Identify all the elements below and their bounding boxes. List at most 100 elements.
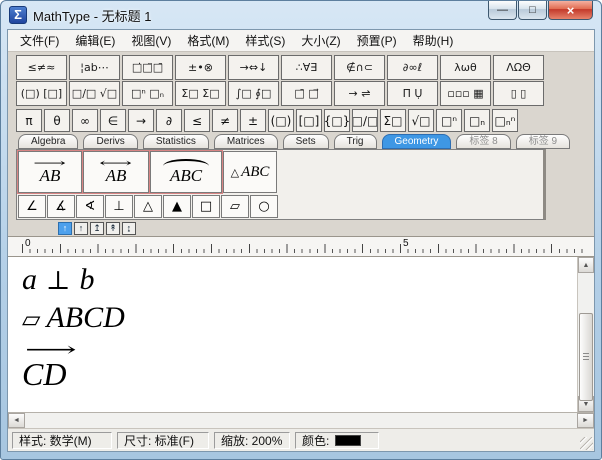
resize-grip-icon[interactable] <box>580 437 593 450</box>
template-palette-button[interactable]: (□) [□] <box>16 81 67 106</box>
template-palette-button[interactable]: □∕□ √□ <box>69 81 120 106</box>
small-bar-button[interactable]: ↨ <box>122 222 136 235</box>
scroll-left-icon[interactable]: ◄ <box>8 413 25 428</box>
scroll-up-icon[interactable]: ▲ <box>578 257 594 273</box>
quick-symbol-button[interactable]: Σ□ <box>380 109 406 132</box>
symbol-palette-button[interactable]: ¦ab⋯ <box>69 55 120 80</box>
palette-tab[interactable]: 标签 8 <box>456 134 511 149</box>
menu-item[interactable]: 样式(S) <box>237 29 293 52</box>
template-palette-button[interactable]: ▫▫▫ ▦ <box>440 81 491 106</box>
menu-item[interactable]: 大小(Z) <box>293 29 348 52</box>
quick-symbol-button[interactable]: {□} <box>324 109 350 132</box>
geometry-symbol-button[interactable]: □ <box>192 195 220 218</box>
quick-symbol-button[interactable]: □ₙ <box>464 109 490 132</box>
quick-symbol-button[interactable]: √□ <box>408 109 434 132</box>
menu-item[interactable]: 编辑(E) <box>67 29 123 52</box>
palette-tab[interactable]: Statistics <box>142 134 209 149</box>
geometry-symbol-button[interactable]: ∢ <box>76 195 104 218</box>
template-palette-button[interactable]: Π̈ Ụ <box>387 81 438 106</box>
menu-item[interactable]: 格式(M) <box>179 29 237 52</box>
geometry-symbol-button[interactable]: ▱ <box>221 195 249 218</box>
palette-tab[interactable]: Trig <box>333 134 377 149</box>
quick-symbol-button[interactable]: ∞ <box>72 109 98 132</box>
vector-ab-template-button[interactable]: ⟶ AB <box>18 151 82 193</box>
double-arrow-accent-icon: ⟷ <box>99 156 133 170</box>
symbol-palette-button[interactable]: →⇔↓ <box>228 55 279 80</box>
ruler[interactable]: 0 5 <box>8 237 594 257</box>
horizontal-scrollbar[interactable]: ◄ ► <box>8 413 594 429</box>
palette-tab[interactable]: Sets <box>282 134 329 149</box>
symbol-palette-button[interactable]: ≤≠≈ <box>16 55 67 80</box>
vertical-scrollbar[interactable]: ▲ ▼ <box>577 257 594 412</box>
palette-tab[interactable]: Algebra <box>18 134 79 149</box>
template-palette-button[interactable]: ▯ ▯ <box>493 81 544 106</box>
status-size[interactable]: 尺寸: 标准(F) <box>117 431 209 449</box>
menu-item[interactable]: 预置(P) <box>349 29 405 52</box>
template-palette-button[interactable]: → ⇌ <box>334 81 385 106</box>
geometry-symbol-button[interactable]: ⊥ <box>105 195 133 218</box>
template-palette-button[interactable]: ∫□ ∮□ <box>228 81 279 106</box>
palette-tab[interactable]: 标签 9 <box>515 134 571 149</box>
geometry-symbol-button[interactable]: ○ <box>250 195 278 218</box>
quick-symbol-button[interactable]: → <box>128 109 154 132</box>
status-color[interactable]: 颜色: <box>295 431 379 449</box>
symbol-palette-button[interactable]: ∴∀∃ <box>281 55 332 80</box>
quick-symbol-button[interactable]: □ⁿ <box>436 109 462 132</box>
vector-arrow-accent: ⟶ <box>25 339 77 361</box>
quick-symbol-button[interactable]: ∈ <box>100 109 126 132</box>
horizontal-scroll-track[interactable] <box>25 413 577 428</box>
quick-symbol-button[interactable]: (□) <box>268 109 294 132</box>
quick-symbol-button[interactable]: □ₙⁿ <box>492 109 518 132</box>
minimize-button[interactable]: — <box>488 1 517 20</box>
quick-symbol-button[interactable]: [□] <box>296 109 322 132</box>
geometry-symbol-button[interactable]: ∠ <box>18 195 46 218</box>
scroll-right-icon[interactable]: ► <box>577 413 594 428</box>
triangle-abc-template-button[interactable]: △ ABC <box>223 151 277 193</box>
menu-item[interactable]: 视图(V) <box>123 29 179 52</box>
palette-tab[interactable]: Matrices <box>213 134 278 149</box>
right-arrow-accent-icon: ⟶ <box>33 156 67 170</box>
menu-item[interactable]: 文件(F) <box>12 29 67 52</box>
symbol-palette-button[interactable]: ∂∞ℓ <box>387 55 438 80</box>
geometry-templates-row: ⟶ AB ⟷ AB ABC △ ABC <box>17 150 543 194</box>
quick-symbol-button[interactable]: ∂ <box>156 109 182 132</box>
menu-item[interactable]: 帮助(H) <box>405 29 462 52</box>
app-icon-sigma: Σ <box>9 6 27 24</box>
close-button[interactable]: × <box>548 1 593 20</box>
template-palette-button[interactable]: □̄ □⃗ <box>281 81 332 106</box>
quick-symbol-button[interactable]: ≤ <box>184 109 210 132</box>
palette-tab[interactable]: Derivs <box>83 134 138 149</box>
arc-abc-template-button[interactable]: ABC <box>150 151 222 193</box>
small-bar-button[interactable]: ↥ <box>90 222 104 235</box>
geometry-symbol-button[interactable]: ▲ <box>163 195 191 218</box>
quick-symbol-button[interactable]: π <box>16 109 42 132</box>
template-palette-button[interactable]: Σ□ Σ□ <box>175 81 226 106</box>
geometry-tab-panel: ⟶ AB ⟷ AB ABC △ ABC ∠ ∡ ∢ ⊥ △ ▲ □ ▱ ○ <box>16 149 546 220</box>
status-style[interactable]: 样式: 数学(M) <box>12 431 112 449</box>
maximize-button[interactable]: □ <box>518 1 547 20</box>
geometry-symbol-button[interactable]: ∡ <box>47 195 75 218</box>
quick-symbol-button[interactable]: ± <box>240 109 266 132</box>
small-bar-button[interactable]: ↑ <box>58 222 72 235</box>
symbol-palette-button[interactable]: ∉∩⊂ <box>334 55 385 80</box>
vertical-scroll-track[interactable] <box>578 273 594 401</box>
quick-symbol-button[interactable]: θ <box>44 109 70 132</box>
quick-symbol-button[interactable]: ≠ <box>212 109 238 132</box>
small-bar-button[interactable]: ↟ <box>106 222 120 235</box>
symbol-palette-button[interactable]: λωθ <box>440 55 491 80</box>
template-palette-button[interactable]: □ⁿ □ₙ <box>122 81 173 106</box>
palette-tabs: Algebra Derivs Statistics Matrices Sets Trig G… <box>18 134 594 149</box>
geometry-symbol-button[interactable]: △ <box>134 195 162 218</box>
quick-symbol-button[interactable]: □∕□ <box>352 109 378 132</box>
small-bar-button[interactable]: ↑ <box>74 222 88 235</box>
line-ab-template-button[interactable]: ⟷ AB <box>83 151 149 193</box>
symbol-palette-button[interactable]: □̇□̈□̄ <box>122 55 173 80</box>
ruler-label-0: 0 <box>25 238 31 249</box>
symbol-palette-button[interactable]: ±•⊗ <box>175 55 226 80</box>
vertical-scroll-thumb[interactable] <box>579 313 593 401</box>
equation-canvas[interactable]: a ⊥ b ▱ ABCD ⟶ CD <box>8 257 577 412</box>
palette-tab[interactable]: Geometry <box>381 134 452 149</box>
status-zoom[interactable]: 缩放: 200% <box>214 431 290 449</box>
symbol-palette-button[interactable]: ΛΩΘ <box>493 55 544 80</box>
menu-bar: 文件(F) 编辑(E) 视图(V) 格式(M) 样式(S) 大小(Z) 预置(P) 帮助(H) <box>8 30 594 52</box>
